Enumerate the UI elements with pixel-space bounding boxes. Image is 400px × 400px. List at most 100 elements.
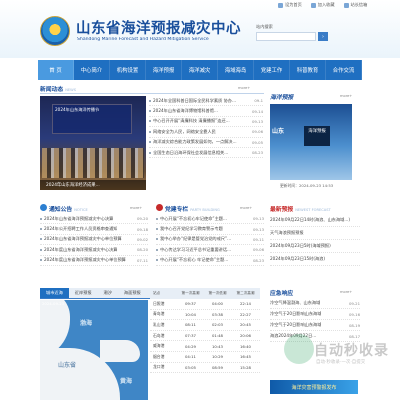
bullet-icon: [40, 259, 42, 262]
news-list: 2024年全国科普日国际全民科学素质 协办... 09-1 2024年山东省海洋博…: [149, 96, 263, 159]
list-item[interactable]: 全国生态日沿海环保社会发展信息相关... 08-23: [149, 148, 263, 159]
nav-education[interactable]: 科普教育: [290, 60, 326, 80]
bullet-icon: [40, 248, 42, 251]
news-subtitle: NEWS: [65, 88, 76, 92]
nav-party[interactable]: 党建工作: [254, 60, 290, 80]
bullet-icon: [156, 238, 158, 241]
mail-icon: [343, 2, 349, 8]
search-label: 站内搜索: [256, 24, 273, 29]
nav-forecast[interactable]: 海洋预报: [146, 60, 182, 80]
mailbox-link[interactable]: 站长信箱: [343, 2, 367, 8]
forecast-label: 山东: [272, 128, 285, 135]
forecast-more-link[interactable]: more+: [340, 94, 352, 98]
list-item[interactable]: 2024年山东省海洋预报减灾中心决算 09-20: [40, 214, 148, 225]
bullet-icon: [149, 99, 151, 102]
table-row[interactable]: 威海港 04:29 10:43 16:40: [150, 341, 260, 352]
add-favorite-link[interactable]: 加入收藏: [310, 2, 335, 8]
news-header: 新闻动态 NEWS: [40, 84, 264, 93]
map-label-yellowsea: 黄海: [120, 378, 133, 385]
list-item[interactable]: 中心传达学习习近平总书记重要讲话... 09-06: [156, 245, 264, 256]
search-input[interactable]: [256, 32, 316, 41]
table-row[interactable]: 日照港 09:37 04:00 22:14: [150, 299, 260, 310]
list-item[interactable]: 冷空气降温渤海、山东海域 09-21: [270, 298, 360, 309]
tab-sea[interactable]: 海面预报: [118, 288, 147, 298]
list-item[interactable]: 2024年度山东省海洋预报减灾中心决算 08-20: [40, 245, 148, 256]
main-nav: 首 页 中心简介 机构设置 海洋预报 海洋减灾 海域海岛 党建工作 科普教育 合…: [38, 60, 362, 80]
warning-more-link[interactable]: more+: [340, 290, 352, 294]
watermark: 自动秒收录 自动·秒收录·一次·自提交: [284, 334, 392, 368]
watermark-text: 自动秒收录: [314, 343, 389, 359]
list-item[interactable]: 中心开展“不忘初心 牢记使命”主题... 08-23: [156, 256, 264, 266]
notice-list: 2024年山东省海洋预报减灾中心决算 09-20 2024年公开招聘工作人员资格审…: [40, 214, 148, 266]
table-row[interactable]: 烟台港 04:11 10:29 16:45: [150, 352, 260, 363]
table-row[interactable]: 乳山港 08:11 02:03 20:45: [150, 320, 260, 331]
party-list: 中心开展“不忘初心牢记使命”主题... 09-13 我中心召开党纪学习教育警示专题…: [156, 214, 264, 266]
bullet-icon: [149, 141, 151, 144]
tab-tide[interactable]: 潮汐: [98, 288, 118, 298]
table-row[interactable]: 青岛港 10:04 03:38 22:27: [150, 310, 260, 321]
news-more-link[interactable]: more+: [238, 86, 250, 90]
bullet-icon: [40, 238, 42, 241]
notice-more-link[interactable]: more+: [130, 206, 142, 210]
news-photo[interactable]: 2024年山东海洋传播节 2024年山东海洋经济成果...: [40, 96, 146, 190]
notice-icon: [40, 204, 47, 211]
photo-people: [42, 148, 144, 178]
party-more-link[interactable]: more+: [240, 206, 252, 210]
watermark-logo-icon: [284, 334, 314, 364]
list-item[interactable]: 2024年全国科普日国际全民科学素质 协办... 09-1: [149, 96, 263, 107]
bullet-icon: [156, 228, 158, 231]
notice-subtitle: NOTICE: [74, 208, 88, 212]
map-label-province: 山东省: [58, 362, 77, 369]
latest-title: 最新预报: [270, 207, 294, 213]
map-date: 2024-09-23: [42, 301, 65, 306]
list-item[interactable]: 2024年公开招聘工作人员资格审查通知 09-18: [40, 224, 148, 235]
list-item[interactable]: 2024年山东省海洋博物馆科普馆... 09-14: [149, 106, 263, 117]
nav-org[interactable]: 机构设置: [110, 60, 146, 80]
coastal-map[interactable]: 2024-09-23 山东省 渤海 黄海: [40, 300, 148, 400]
bullet-icon: [149, 151, 151, 154]
latest-header: 最新预报 NEWEST FORECAST: [270, 204, 360, 213]
forecast-image[interactable]: 山东 海洋预报: [270, 104, 352, 180]
search-button[interactable]: ›: [318, 32, 328, 41]
list-item[interactable]: 冷空气于20日影响山东海域 09-16: [270, 309, 360, 320]
star-icon: [310, 2, 316, 8]
set-homepage-link[interactable]: 设为首页: [278, 2, 302, 8]
nav-mitigation[interactable]: 海洋减灾: [182, 60, 218, 80]
warning-banner[interactable]: 海洋灾害预警报发布: [270, 380, 358, 394]
forecast-box: 海洋预报: [304, 126, 330, 146]
bullet-icon: [40, 228, 42, 231]
party-title: 党建专栏: [165, 207, 189, 213]
nav-islands[interactable]: 海域海岛: [218, 60, 254, 80]
nav-cooperation[interactable]: 合作交流: [326, 60, 362, 80]
party-subtitle: PARTY BUILDING: [190, 208, 220, 212]
list-item[interactable]: 2024年山东省海洋预报减灾中心单位预算 09-02: [40, 235, 148, 246]
nav-home[interactable]: 首 页: [38, 60, 74, 80]
list-item[interactable]: 天气海浪预报预报: [270, 227, 360, 240]
list-item[interactable]: 网络安全为人民，网络安全靠人民 09-06: [149, 127, 263, 138]
tab-city[interactable]: 城市近海: [40, 288, 69, 298]
list-item[interactable]: 冷空气于20日影响山东海域 08-19: [270, 320, 360, 331]
map-label-bohai: 渤海: [80, 320, 93, 327]
party-emblem-icon: [156, 204, 163, 211]
watermark-subtext: 自动·秒收录·一次·自提交: [316, 360, 366, 365]
list-item[interactable]: 我中心召开党纪学习教育警示专题 09-13: [156, 224, 264, 235]
notice-title: 通知公告: [49, 207, 73, 213]
list-item[interactable]: 2024年09月23日15时(海浪): [270, 253, 360, 266]
tab-coastal[interactable]: 近岸预报: [69, 288, 98, 298]
table-row[interactable]: 石岛港 07:37 01:48 20:06: [150, 331, 260, 342]
list-item[interactable]: 2024年09月22日14时(海浪、山东海域...): [270, 214, 360, 227]
nav-about[interactable]: 中心简介: [74, 60, 110, 80]
list-item[interactable]: 2024年度山东省海洋预报减灾中心单位预算 07-11: [40, 256, 148, 266]
logo-icon[interactable]: [40, 16, 70, 46]
list-item[interactable]: 2024年09月23日5时(海域预报): [270, 240, 360, 253]
site-title: 山东省海洋预报减灾中心: [76, 21, 241, 37]
land-area: [100, 340, 140, 362]
bullet-icon: [156, 217, 158, 220]
table-row[interactable]: 龙口港 03:05 08:59 15:28: [150, 363, 260, 374]
bullet-icon: [156, 248, 158, 251]
list-item[interactable]: 中心开展“不忘初心牢记使命”主题... 09-13: [156, 214, 264, 225]
list-item[interactable]: 中心召开开展“清廉科技 清廉播报”连还... 09-13: [149, 117, 263, 128]
list-item[interactable]: 海洋减灾综合能力政策发展如何，一点解决... 09-05: [149, 138, 263, 148]
tide-table: 站点 第一次高潮 第一次低潮 第二次高潮 日照港 09:37 04:00 22:14 …: [150, 288, 260, 374]
list-item[interactable]: 我中心举办“纪律是管党治党的戒尺”... 09-11: [156, 235, 264, 246]
